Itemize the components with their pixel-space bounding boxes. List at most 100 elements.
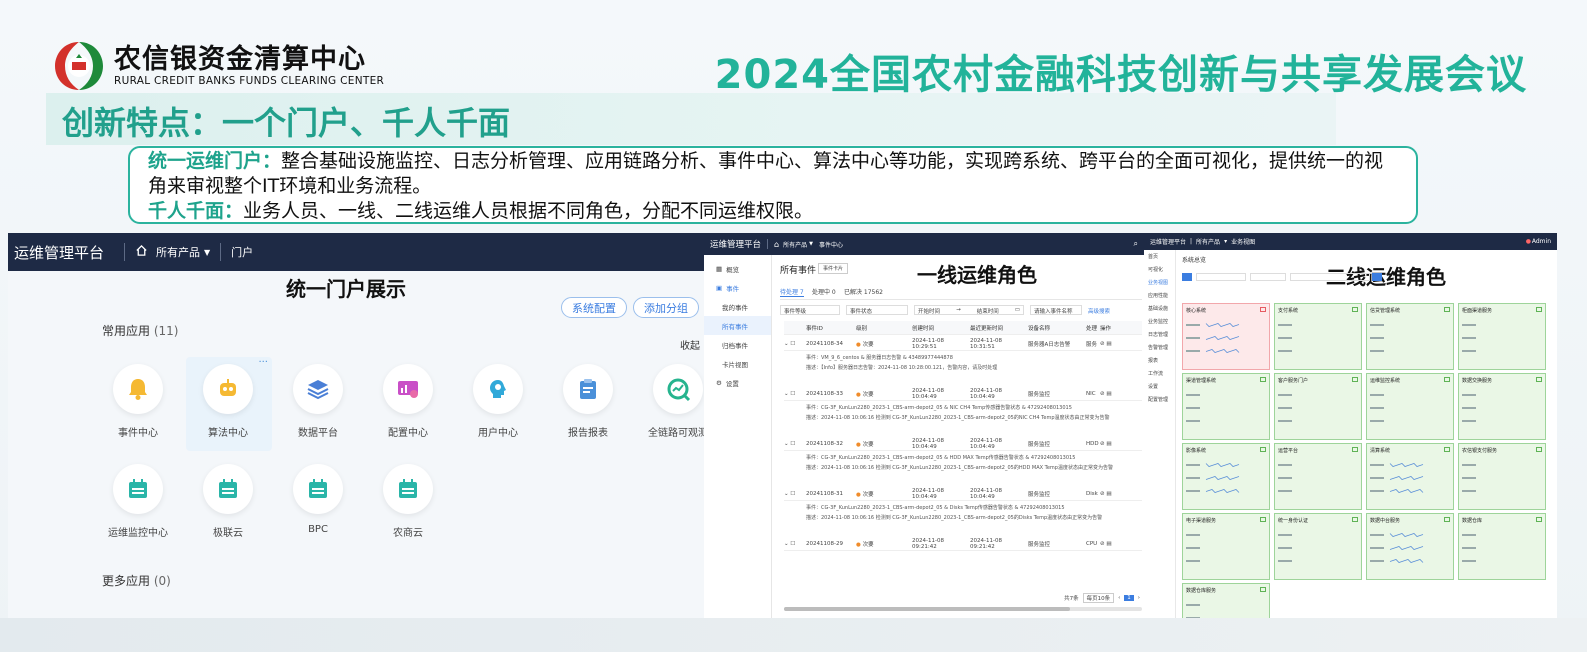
system-card[interactable]: 数据中台服务 <box>1366 513 1454 580</box>
feature-item: 统一运维门户：整合基础设施监控、日志分析管理、应用链路分析、事件中心、算法中心等… <box>148 149 1398 199</box>
collapse-link[interactable]: 收起 <box>680 337 700 352</box>
sidebar-item[interactable]: 配置管理 <box>1144 393 1175 406</box>
sidebar-item[interactable]: ⚙ 设置 <box>704 373 771 392</box>
sidebar-item[interactable]: 应用性能 <box>1144 289 1175 302</box>
horizontal-scrollbar[interactable] <box>784 607 1142 611</box>
event-search-input[interactable]: 请输入事件名称 <box>1030 305 1082 315</box>
app-tile[interactable]: 农商云 <box>368 464 448 539</box>
system-card[interactable]: 数据交换服务 <box>1458 373 1546 440</box>
card-title: 信贷管理系统 <box>1370 308 1401 314</box>
sidebar-item[interactable]: ▣ 事件 <box>704 278 771 297</box>
card-sparkline <box>1278 464 1292 492</box>
secondline-brand[interactable]: 运维管理平台 <box>1150 237 1186 246</box>
system-card[interactable]: 电子渠道服务 <box>1182 513 1270 580</box>
sidebar-item[interactable]: 业务监控 <box>1144 315 1175 328</box>
tab-resolved[interactable]: 已解决 17562 <box>844 287 883 296</box>
system-card[interactable]: 数据仓库服务 <box>1182 583 1270 618</box>
add-group-button[interactable]: 添加分组 <box>633 297 699 318</box>
nav-business-view[interactable]: 业务视图 <box>1231 237 1255 246</box>
app-tile[interactable]: 数据平台 <box>278 364 358 439</box>
page-size-select[interactable]: 每页10条 <box>1082 593 1115 603</box>
system-card[interactable]: 渠道管理系统 <box>1182 373 1270 440</box>
product-menu[interactable]: 所有产品 <box>156 244 200 260</box>
sidebar-item[interactable]: 日志管理 <box>1144 328 1175 341</box>
system-card[interactable]: 运维监控系统 <box>1366 373 1454 440</box>
table-row[interactable]: ⌄ ☐ 20241108-33 ● 次要 2024-11-08 10:04:49… <box>784 387 1142 401</box>
system-card[interactable]: 柜面渠道服务 <box>1458 303 1546 370</box>
sidebar-item[interactable]: 报表 <box>1144 354 1175 367</box>
filter-select[interactable] <box>1196 273 1246 281</box>
sidebar-item[interactable]: 业务视图 <box>1144 276 1175 289</box>
feature-text: 业务人员、一线、二线运维人员根据不同角色，分配不同运维权限。 <box>243 200 814 222</box>
system-card[interactable]: 支付系统 <box>1274 303 1362 370</box>
clipboard-icon <box>563 364 613 414</box>
filter-time[interactable]: 开始时间 → 结束时间 ▭ <box>914 305 1024 315</box>
sidebar-item[interactable]: 首页 <box>1144 250 1175 263</box>
user-name[interactable]: Admin <box>1532 238 1551 245</box>
page-number[interactable]: 1 <box>1124 595 1134 601</box>
app-label: 农商云 <box>393 528 423 539</box>
system-card[interactable]: 核心系统 <box>1182 303 1270 370</box>
sidebar-item[interactable]: 设置 <box>1144 380 1175 393</box>
frontline-brand[interactable]: 运维管理平台 <box>710 238 761 250</box>
sidebar-item[interactable]: 卡片视图 <box>704 354 771 373</box>
product-menu[interactable]: 所有产品 <box>783 240 807 249</box>
table-row[interactable]: ⌄ ☐ 20241108-29 ● 次要 2024-11-08 09:21:42… <box>784 537 1142 551</box>
card-status-icon <box>1260 377 1266 382</box>
system-card[interactable]: 统一身份认证 <box>1274 513 1362 580</box>
search-input[interactable] <box>1290 273 1370 281</box>
table-row[interactable]: ⌄ ☐ 20241108-31 ● 次要 2024-11-08 10:04:49… <box>784 487 1142 501</box>
sidebar-item[interactable]: 可视化 <box>1144 263 1175 276</box>
sidebar-item[interactable]: 告警管理 <box>1144 341 1175 354</box>
advanced-search-link[interactable]: 高级搜索 <box>1088 307 1110 315</box>
app-label: 报告报表 <box>568 428 608 439</box>
search-icon[interactable]: ⌕ <box>1134 239 1138 249</box>
app-tile[interactable]: 报告报表 <box>548 364 628 439</box>
system-card[interactable]: 影像系统 <box>1182 443 1270 510</box>
view-toggle-icon[interactable] <box>1182 273 1192 281</box>
sidebar-item[interactable]: 我的事件 <box>704 297 771 316</box>
table-row[interactable]: ⌄ ☐ 20241108-32 ● 次要 2024-11-08 10:04:49… <box>784 437 1142 451</box>
tab-pending[interactable]: 待处理 7 <box>780 287 804 297</box>
app-tile[interactable]: 全链路可观测 <box>638 364 706 439</box>
sidebar-item[interactable]: 基础设施 <box>1144 302 1175 315</box>
app-tile[interactable]: BPC <box>278 464 358 535</box>
view-toggle[interactable]: 事件卡片 <box>818 263 849 274</box>
app-tile[interactable]: 事件中心 <box>98 364 178 439</box>
bell-icon[interactable]: ● <box>1526 238 1531 245</box>
sidebar-item[interactable]: ▦ 概览 <box>704 259 771 278</box>
system-card[interactable]: 运营平台 <box>1274 443 1362 510</box>
system-config-button[interactable]: 系统配置 <box>561 297 627 318</box>
system-card[interactable]: 农信银支付服务 <box>1458 443 1546 510</box>
nav-event-center[interactable]: 事件中心 <box>819 240 843 249</box>
app-tile[interactable]: 运维监控中心 <box>98 464 178 539</box>
app-tile[interactable]: 极联云 <box>188 464 268 539</box>
tab-processing[interactable]: 处理中 0 <box>812 287 836 296</box>
search-button[interactable] <box>1372 273 1382 281</box>
card-sparkline <box>1186 463 1240 493</box>
app-label: 数据平台 <box>298 428 338 439</box>
app-tile[interactable]: 配置中心 <box>368 364 448 439</box>
app-tile[interactable]: 算法中心 <box>188 364 268 439</box>
system-card[interactable]: 信贷管理系统 <box>1366 303 1454 370</box>
product-menu[interactable]: 所有产品 <box>1196 237 1220 246</box>
level-dot-icon: ● <box>856 441 861 448</box>
home-icon[interactable] <box>135 244 148 261</box>
filter-level[interactable]: 事件等级 <box>780 305 840 315</box>
home-icon[interactable]: ⌂ <box>774 240 779 249</box>
sidebar-item[interactable]: 工作流 <box>1144 367 1175 380</box>
filter-status[interactable]: 事件状态 <box>846 305 908 315</box>
app-tile[interactable]: 用户中心 <box>458 364 538 439</box>
filter-select[interactable] <box>1250 273 1286 281</box>
sidebar-item[interactable]: 所有事件 <box>704 316 771 335</box>
system-card[interactable]: 清算系统 <box>1366 443 1454 510</box>
system-card[interactable]: 客户服务门户 <box>1274 373 1362 440</box>
page-title: 所有事件 <box>780 266 817 276</box>
sidebar-item[interactable]: 归档事件 <box>704 335 771 354</box>
card-title: 农信银支付服务 <box>1462 448 1498 454</box>
nav-portal[interactable]: 门户 <box>231 244 253 260</box>
table-row[interactable]: ⌄ ☐ 20241108-34 ● 次要 2024-11-08 10:29:51… <box>784 337 1142 351</box>
system-card[interactable]: 数据仓库 <box>1458 513 1546 580</box>
card-status-icon <box>1536 377 1542 382</box>
portal-brand[interactable]: 运维管理平台 <box>8 242 114 263</box>
